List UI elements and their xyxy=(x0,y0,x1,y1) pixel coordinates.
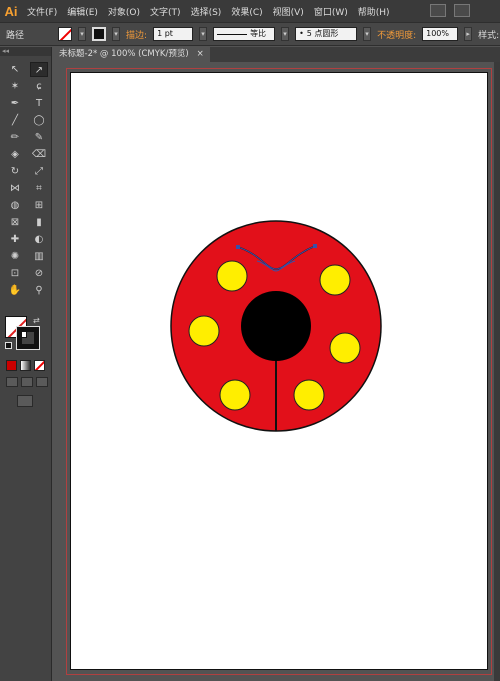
brush-dropdown-icon[interactable]: ▾ xyxy=(363,27,372,41)
slice-tool-icon[interactable]: ⊘ xyxy=(30,266,48,281)
document-tab-bar: 未标题-2* @ 100% (CMYK/预览) × xyxy=(53,47,500,62)
opacity-field[interactable]: 100% xyxy=(422,27,459,41)
ellipse-tool-icon[interactable]: ◯ xyxy=(30,113,48,128)
ladybug-head xyxy=(241,291,311,361)
pencil-tool-icon[interactable]: ✎ xyxy=(30,130,48,145)
gradient-mode-icon[interactable] xyxy=(20,360,31,371)
pen-tool-icon[interactable]: ✒ xyxy=(6,96,24,111)
anchor-point-left xyxy=(236,245,240,249)
symbol-sprayer-tool-icon[interactable]: ✺ xyxy=(6,249,24,264)
stroke-weight-dropdown-icon[interactable]: ▾ xyxy=(199,27,208,41)
spot-bottom-right xyxy=(293,379,325,411)
object-type-label: 路径 xyxy=(6,30,25,41)
shape-builder-tool-icon[interactable]: ◍ xyxy=(6,198,24,213)
profile-dropdown-icon[interactable]: ▾ xyxy=(281,27,290,41)
spot-middle-left xyxy=(188,315,220,347)
hand-tool-icon[interactable]: ✋ xyxy=(6,283,24,298)
close-tab-icon[interactable]: × xyxy=(197,47,204,62)
arrange-documents-icon[interactable] xyxy=(454,4,470,17)
default-fill-stroke-icon[interactable] xyxy=(5,342,12,349)
profile-line-icon xyxy=(217,33,248,35)
none-mode-icon[interactable] xyxy=(34,360,45,371)
perspective-grid-tool-icon[interactable]: ⊞ xyxy=(30,198,48,213)
width-tool-icon[interactable]: ⋈ xyxy=(6,181,24,196)
spot-top-right xyxy=(319,264,351,296)
artboard[interactable] xyxy=(70,72,488,670)
draw-modes xyxy=(6,377,48,387)
brush-dot-icon: • xyxy=(299,29,304,38)
menu-item-object[interactable]: 对象(O) xyxy=(103,5,145,18)
menu-item-window[interactable]: 窗口(W) xyxy=(309,5,353,18)
menu-item-edit[interactable]: 编辑(E) xyxy=(62,5,103,18)
stroke-dropdown-icon[interactable]: ▾ xyxy=(112,27,121,41)
menu-item-file[interactable]: 文件(F) xyxy=(22,5,62,18)
stroke-black-swatch[interactable] xyxy=(16,326,40,350)
artboard-tool-icon[interactable]: ⊡ xyxy=(6,266,24,281)
eyedropper-tool-icon[interactable]: ✚ xyxy=(6,232,24,247)
fill-dropdown-icon[interactable]: ▾ xyxy=(78,27,87,41)
illustrator-logo: Ai xyxy=(4,3,18,19)
free-transform-tool-icon[interactable]: ⌗ xyxy=(30,181,48,196)
selection-tool-icon[interactable]: ↖ xyxy=(6,62,24,77)
fill-color-swatch[interactable] xyxy=(58,27,73,41)
screen-mode-icon[interactable] xyxy=(17,395,33,407)
opacity-dropdown-icon[interactable]: ▸ xyxy=(464,27,473,41)
tools-panel: ◂◂ ↖ ↗ ✶ ɕ ✒ T ╱ ◯ ✏ ✎ ◈ ⌫ ↻ ⤢ ⋈ ⌗ ◍ ⊞ ⊠ ▮ ✚ ◐ ✺ ▥ ⊡ ⊘ ✋ ⚲ ⇄ xyxy=(0,47,52,681)
style-label: 样式: xyxy=(478,30,500,41)
color-mode-icon[interactable] xyxy=(6,360,17,371)
document-tab-title: 未标题-2* @ 100% (CMYK/预览) xyxy=(59,49,189,59)
menu-item-select[interactable]: 选择(S) xyxy=(186,5,227,18)
blend-tool-icon[interactable]: ◐ xyxy=(30,232,48,247)
stroke-color-swatch[interactable] xyxy=(92,27,107,41)
ladybug-artwork[interactable] xyxy=(71,73,489,671)
stroke-weight-field[interactable]: 1 pt xyxy=(153,27,194,41)
opacity-label[interactable]: 不透明度: xyxy=(377,28,416,41)
menu-item-effect[interactable]: 效果(C) xyxy=(226,5,267,18)
profile-label: 等比 xyxy=(250,29,267,38)
swap-fill-stroke-icon[interactable]: ⇄ xyxy=(33,316,40,325)
color-modes xyxy=(6,360,45,371)
variable-width-profile[interactable]: 等比 xyxy=(213,27,276,41)
rotate-tool-icon[interactable]: ↻ xyxy=(6,164,24,179)
anchor-point-right xyxy=(313,244,317,248)
paintbrush-tool-icon[interactable]: ✏ xyxy=(6,130,24,145)
bridge-icon[interactable] xyxy=(430,4,446,17)
eraser-tool-icon[interactable]: ⌫ xyxy=(30,147,48,162)
spot-bottom-left xyxy=(219,379,251,411)
column-graph-tool-icon[interactable]: ▥ xyxy=(30,249,48,264)
lasso-tool-icon[interactable]: ɕ xyxy=(30,79,48,94)
blob-brush-tool-icon[interactable]: ◈ xyxy=(6,147,24,162)
tool-grid: ↖ ↗ ✶ ɕ ✒ T ╱ ◯ ✏ ✎ ◈ ⌫ ↻ ⤢ ⋈ ⌗ ◍ ⊞ ⊠ ▮ ✚ ◐ ✺ ▥ ⊡ ⊘ ✋ ⚲ xyxy=(0,56,51,298)
direct-selection-tool-icon[interactable]: ↗ xyxy=(30,62,48,77)
scale-tool-icon[interactable]: ⤢ xyxy=(30,164,48,179)
menu-item-view[interactable]: 视图(V) xyxy=(268,5,309,18)
magic-wand-tool-icon[interactable]: ✶ xyxy=(6,79,24,94)
zoom-tool-icon[interactable]: ⚲ xyxy=(30,283,48,298)
menu-bar: Ai 文件(F) 编辑(E) 对象(O) 文字(T) 选择(S) 效果(C) 视… xyxy=(0,0,500,22)
spot-top-left xyxy=(216,260,248,292)
vertical-scrollbar[interactable] xyxy=(494,62,500,681)
line-tool-icon[interactable]: ╱ xyxy=(6,113,24,128)
fill-stroke-control: ⇄ xyxy=(5,316,50,356)
stroke-label[interactable]: 描边: xyxy=(126,28,147,41)
brush-label: 5 点圆形 xyxy=(306,29,339,38)
mesh-tool-icon[interactable]: ⊠ xyxy=(6,215,24,230)
draw-inside-icon[interactable] xyxy=(36,377,48,387)
menu-item-type[interactable]: 文字(T) xyxy=(145,5,186,18)
panel-collapse-icon[interactable]: ◂◂ xyxy=(0,47,51,56)
draw-normal-icon[interactable] xyxy=(6,377,18,387)
control-bar: 路径 ▾ ▾ 描边: 1 pt ▾ 等比 ▾ • 5 点圆形 ▾ 不透明度: 1… xyxy=(0,22,500,46)
type-tool-icon[interactable]: T xyxy=(30,96,48,111)
draw-behind-icon[interactable] xyxy=(21,377,33,387)
menu-item-help[interactable]: 帮助(H) xyxy=(353,5,395,18)
canvas-area[interactable] xyxy=(53,62,500,681)
document-tab[interactable]: 未标题-2* @ 100% (CMYK/预览) × xyxy=(53,47,210,62)
gradient-tool-icon[interactable]: ▮ xyxy=(30,215,48,230)
app-bar-icons xyxy=(430,4,470,17)
brush-definition[interactable]: • 5 点圆形 xyxy=(295,27,358,41)
spot-middle-right xyxy=(329,332,361,364)
